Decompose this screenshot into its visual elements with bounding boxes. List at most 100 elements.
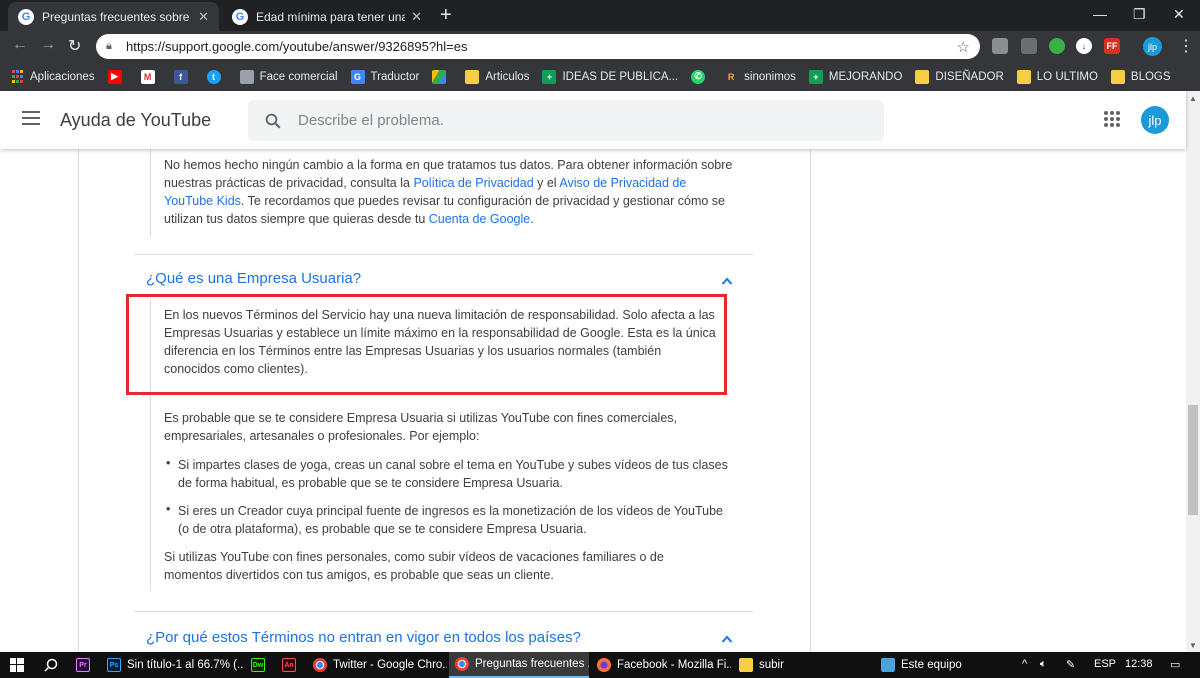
account-avatar[interactable]: jlp — [1141, 106, 1169, 134]
faq-question-paises[interactable]: ¿Por qué estos Términos no entran en vig… — [146, 629, 581, 646]
firefox-icon — [597, 658, 611, 672]
page-title[interactable]: Ayuda de YouTube — [60, 110, 211, 131]
twitter-icon: t — [206, 69, 221, 84]
browser-tab-strip: G Preguntas frecuentes sobre los Té ✕ G … — [0, 0, 1200, 31]
bookmark-face-comercial[interactable]: Face comercial — [239, 69, 338, 84]
article-content: No hemos hecho ningún cambio a la forma … — [0, 149, 1186, 652]
notifications-icon[interactable]: ▭ — [1170, 658, 1180, 671]
chevron-up-icon[interactable] — [721, 275, 733, 287]
taskbar-item-firefox[interactable]: Facebook - Mozilla Fi... — [591, 652, 731, 678]
clock[interactable]: 12:38 — [1125, 658, 1153, 670]
hamburger-menu-icon[interactable] — [22, 111, 40, 129]
bookmark-label: Aplicaciones — [30, 70, 95, 83]
bookmark-label: Articulos — [485, 70, 530, 83]
r-icon: R — [727, 71, 735, 82]
bookmark-ideas[interactable]: + IDEAS DE PUBLICA... — [542, 69, 679, 84]
privacy-policy-link[interactable]: Política de Privacidad — [413, 176, 533, 190]
search-input[interactable]: Describe el problema. — [248, 100, 884, 141]
bookmark-traductor[interactable]: G Traductor — [350, 69, 419, 84]
tray-chevron-up-icon[interactable]: ^ — [1022, 658, 1027, 670]
bullet-item-creador: Si eres un Creador cuya principal fuente… — [178, 504, 724, 536]
animate-button[interactable]: An — [276, 652, 304, 678]
bookmark-label: DISEÑADOR — [935, 70, 1004, 83]
bookmark-gmail[interactable]: M — [140, 69, 161, 84]
taskbar-item-photoshop[interactable]: Ps Sin título-1 al 66.7% (... — [101, 652, 243, 678]
premiere-button[interactable]: Pr — [70, 652, 98, 678]
taskbar-item-subir[interactable]: subir — [733, 652, 873, 678]
bookmark-label: Face comercial — [259, 70, 338, 83]
back-icon[interactable]: ← — [12, 36, 28, 54]
dreamweaver-button[interactable]: Dw — [245, 652, 273, 678]
browser-tab-active[interactable]: G Preguntas frecuentes sobre los Té ✕ — [8, 2, 219, 31]
premiere-icon: Pr — [76, 658, 90, 672]
tab-title: Preguntas frecuentes sobre los Té — [42, 9, 192, 24]
taskbar-label: Twitter - Google Chro... — [333, 659, 447, 671]
shield-icon[interactable] — [992, 38, 1008, 54]
download-icon[interactable]: ↓ — [1076, 38, 1092, 54]
bookmark-disenador[interactable]: DISEÑADOR — [915, 69, 1004, 84]
answer-intro: Es probable que se te considere Empresa … — [164, 411, 678, 443]
taskbar-label: Este equipo — [901, 659, 962, 671]
scroll-up-icon[interactable]: ▲ — [1186, 91, 1200, 105]
scrollbar-thumb[interactable] — [1188, 405, 1198, 515]
taskbar-item-preguntas-chrome[interactable]: Preguntas frecuentes ... — [449, 652, 589, 678]
tab-title: Edad mínima para tener una cue — [256, 9, 406, 24]
photoshop-icon: Ps — [107, 658, 121, 672]
taskbar-item-twitter-chrome[interactable]: Twitter - Google Chro... — [307, 652, 447, 678]
bookmark-label: LO ULTIMO — [1036, 70, 1098, 83]
folder-icon — [1110, 69, 1125, 84]
taskbar-label: Sin título-1 al 66.7% (... — [127, 659, 243, 671]
bookmark-blogs[interactable]: BLOGS — [1110, 69, 1171, 84]
windows-taskbar: Pr Ps Sin título-1 al 66.7% (... Dw An T… — [0, 652, 1200, 678]
taskbar-item-este-equipo[interactable]: Este equipo — [875, 652, 1015, 678]
maximize-icon[interactable]: ❐ — [1133, 6, 1146, 23]
pen-icon[interactable]: ✎ — [1066, 658, 1075, 671]
volume-icon[interactable]: 🔈︎ — [1040, 658, 1047, 671]
bookmark-drive[interactable] — [432, 69, 452, 84]
page-scrollbar[interactable]: ▲ ▼ — [1186, 91, 1200, 652]
taskbar-label: Preguntas frecuentes ... — [475, 658, 589, 670]
bookmark-lo-ultimo[interactable]: LO ULTIMO — [1016, 69, 1098, 84]
green-extension-icon[interactable] — [1049, 38, 1065, 54]
google-favicon-icon: G — [18, 8, 34, 25]
forward-icon[interactable]: → — [40, 36, 56, 54]
bookmark-twitter[interactable]: t — [206, 69, 227, 84]
address-bar[interactable]: 🔒︎ https://support.google.com/youtube/an… — [96, 34, 980, 59]
close-window-icon[interactable]: ✕ — [1173, 6, 1185, 23]
minimize-icon[interactable]: — — [1093, 6, 1107, 22]
bookmark-label: IDEAS DE PUBLICA... — [562, 70, 679, 83]
profile-avatar[interactable]: jlp — [1143, 37, 1162, 56]
browser-tab[interactable]: G Edad mínima para tener una cue ✕ — [222, 2, 432, 31]
close-tab-icon[interactable]: ✕ — [411, 9, 422, 25]
bookmark-label: sinonimos — [744, 70, 796, 83]
chevron-up-icon[interactable] — [721, 633, 733, 645]
google-account-link[interactable]: Cuenta de Google — [429, 212, 530, 226]
divider — [134, 254, 753, 255]
faq-question-empresa-usuaria[interactable]: ¿Qué es una Empresa Usuaria? — [146, 270, 361, 287]
start-button[interactable] — [4, 652, 34, 678]
scroll-down-icon[interactable]: ▼ — [1186, 638, 1200, 652]
puzzle-icon[interactable] — [1021, 38, 1037, 54]
google-apps-icon[interactable] — [1104, 111, 1120, 127]
bullet-dot: • — [166, 502, 171, 516]
language-indicator[interactable]: ESP — [1094, 658, 1116, 670]
bookmark-articulos[interactable]: Articulos — [465, 69, 530, 84]
bookmark-facebook[interactable]: f — [173, 69, 194, 84]
bookmark-youtube[interactable]: ▶ — [107, 69, 128, 84]
bookmark-sinonimos[interactable]: R sinonimos — [724, 70, 796, 84]
bookmark-label: MEJORANDO — [828, 70, 903, 83]
bookmark-whatsapp[interactable]: ✆ — [691, 69, 711, 84]
reload-icon[interactable]: ↻ — [68, 36, 81, 56]
search-icon — [265, 113, 281, 128]
bookmark-star-icon[interactable]: ☆ — [957, 38, 970, 56]
bookmark-apps[interactable]: Aplicaciones — [10, 70, 95, 84]
url-text: https://support.google.com/youtube/answe… — [126, 39, 468, 54]
more-menu-icon[interactable]: ⋮ — [1178, 36, 1194, 56]
ff-extension-icon[interactable]: FF — [1104, 38, 1120, 54]
apps-icon — [10, 70, 24, 84]
drive-icon — [432, 69, 447, 84]
new-tab-icon[interactable]: + — [440, 5, 452, 25]
bookmark-mejorando[interactable]: + MEJORANDO — [808, 69, 903, 84]
close-tab-icon[interactable]: ✕ — [198, 9, 209, 25]
search-button[interactable] — [38, 652, 66, 678]
